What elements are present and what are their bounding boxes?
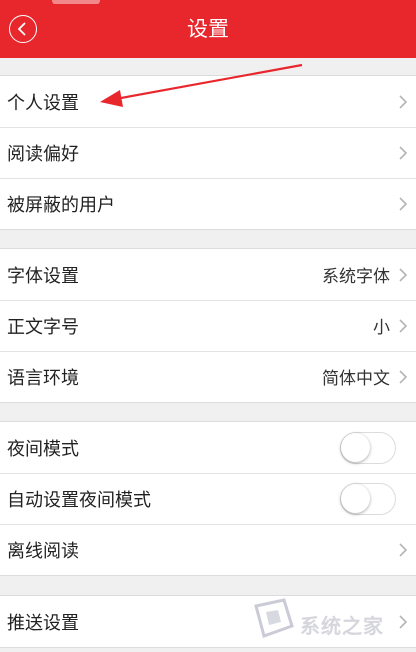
night-mode-toggle[interactable]	[340, 431, 396, 464]
toggle-knob	[341, 432, 370, 462]
chevron-right-icon	[399, 614, 408, 629]
chevron-right-icon	[399, 369, 408, 384]
chevron-right-icon	[399, 196, 408, 211]
settings-item-auto-night-mode: 自动设置夜间模式	[0, 473, 416, 524]
settings-item-value: 小	[373, 318, 390, 338]
settings-group-display: 字体设置 系统字体 正文字号 小 语言环境 简体中文	[0, 248, 416, 403]
settings-item-label: 语言环境	[7, 367, 79, 389]
settings-item-label: 离线阅读	[7, 540, 79, 562]
auto-night-mode-toggle[interactable]	[340, 482, 396, 515]
settings-item-value: 系统字体	[322, 267, 390, 287]
settings-item-label: 推送设置	[7, 612, 79, 634]
settings-group-account: 个人设置 阅读偏好 被屏蔽的用户	[0, 75, 416, 230]
settings-item-label: 被屏蔽的用户	[7, 194, 115, 216]
settings-group-push: 推送设置	[0, 595, 416, 648]
chevron-right-icon	[399, 318, 408, 333]
page-title: 设置	[187, 17, 229, 41]
settings-item-font[interactable]: 字体设置 系统字体	[0, 249, 416, 300]
chevron-right-icon	[399, 145, 408, 160]
toggle-knob	[341, 483, 370, 513]
settings-item-language[interactable]: 语言环境 简体中文	[0, 351, 416, 402]
chevron-right-icon	[399, 267, 408, 282]
settings-item-night-mode: 夜间模式	[0, 422, 416, 473]
chevron-right-icon	[399, 94, 408, 109]
settings-item-personal[interactable]: 个人设置	[0, 76, 416, 127]
settings-item-font-size[interactable]: 正文字号 小	[0, 300, 416, 351]
settings-group-night: 夜间模式 自动设置夜间模式 离线阅读	[0, 421, 416, 576]
settings-item-label: 字体设置	[7, 265, 79, 287]
settings-item-blocked-users[interactable]: 被屏蔽的用户	[0, 178, 416, 229]
settings-item-value: 简体中文	[322, 369, 390, 389]
chevron-right-icon	[399, 542, 408, 557]
settings-item-label: 个人设置	[7, 92, 79, 114]
settings-item-push[interactable]: 推送设置	[0, 596, 416, 647]
app-header: 设置	[0, 0, 416, 58]
settings-item-reading-preference[interactable]: 阅读偏好	[0, 127, 416, 178]
settings-item-label: 阅读偏好	[7, 143, 79, 165]
settings-item-label: 夜间模式	[7, 438, 79, 460]
settings-item-label: 自动设置夜间模式	[7, 489, 151, 511]
settings-item-offline-reading[interactable]: 离线阅读	[0, 524, 416, 575]
settings-item-label: 正文字号	[7, 316, 79, 338]
